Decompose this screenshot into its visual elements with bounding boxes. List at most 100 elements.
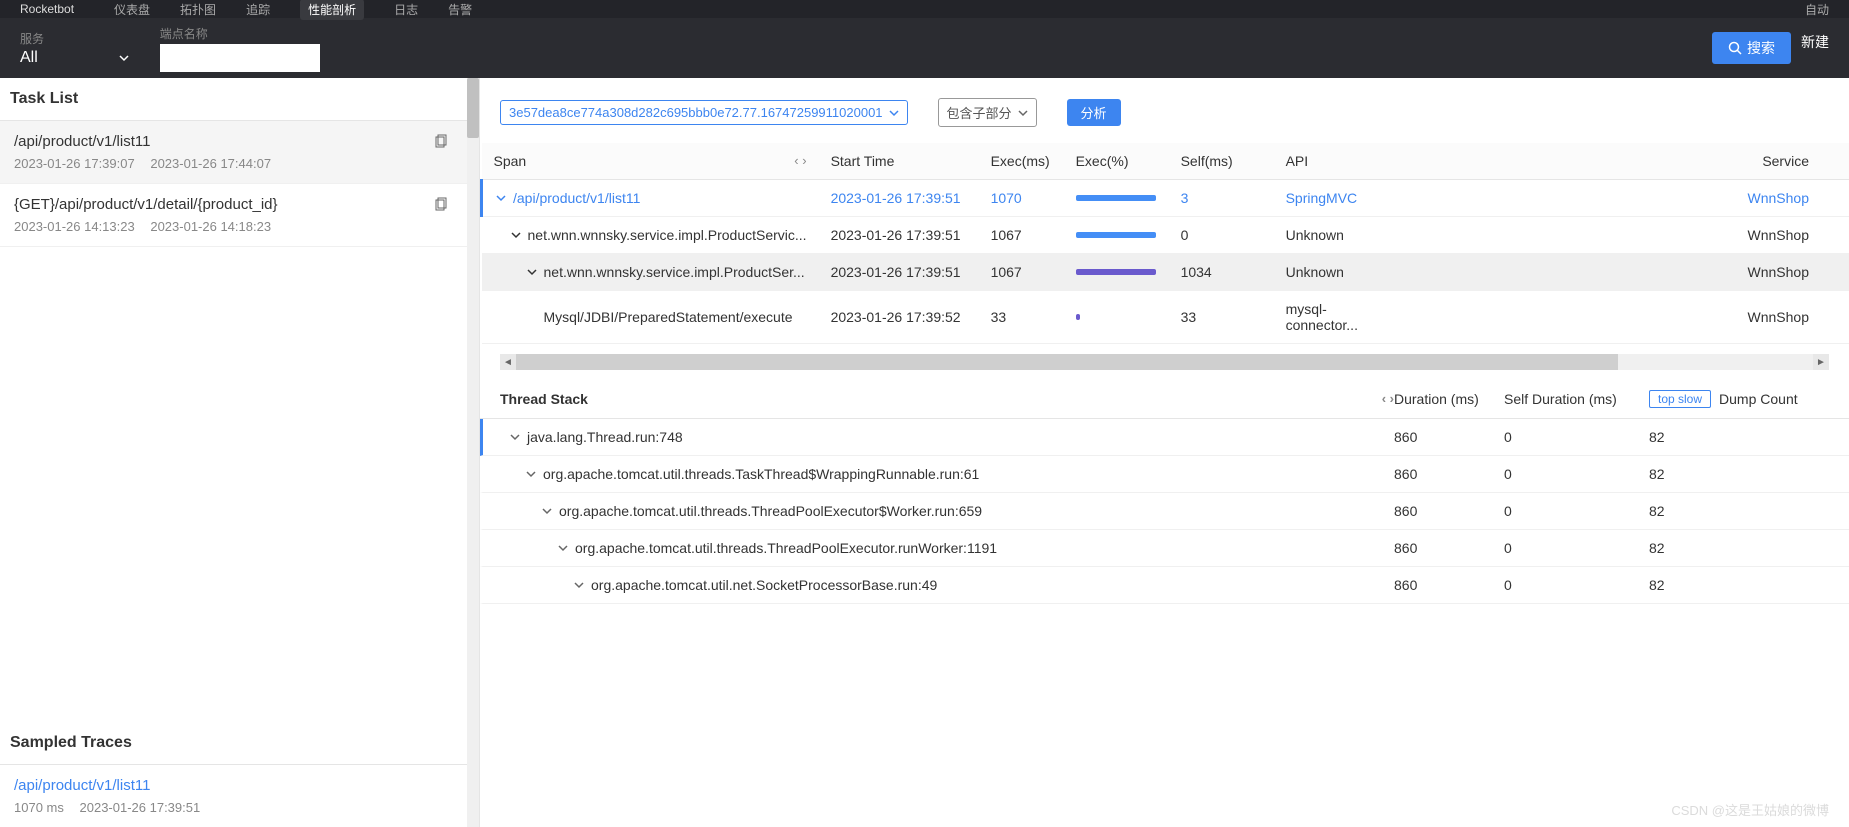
chevron-down-icon[interactable]	[510, 229, 522, 241]
stack-duration: 860	[1394, 577, 1504, 593]
col-api: API	[1274, 143, 1404, 180]
task-title: {GET}/api/product/v1/detail/{product_id}	[14, 196, 465, 213]
stack-name: org.apache.tomcat.util.net.SocketProcess…	[503, 577, 1394, 593]
stack-row[interactable]: org.apache.tomcat.util.net.SocketProcess…	[480, 567, 1849, 604]
auto-label: 自动	[1805, 1, 1829, 18]
search-button[interactable]: 搜索	[1712, 32, 1791, 64]
scroll-thumb[interactable]	[516, 354, 1618, 370]
endpoint-input[interactable]	[160, 44, 320, 72]
nav-trace[interactable]: 追踪	[246, 1, 270, 18]
chevron-down-icon[interactable]	[526, 266, 538, 278]
resize-icon[interactable]: ‹ ›	[794, 153, 806, 168]
task-list-title: Task List	[0, 78, 479, 121]
span-self-ms: 1034	[1169, 254, 1274, 291]
stack-self: 0	[1504, 577, 1649, 593]
stack-duration: 860	[1394, 503, 1504, 519]
span-start: 2023-01-26 17:39:51	[819, 254, 979, 291]
span-row[interactable]: net.wnn.wnnsky.service.impl.ProductSer..…	[482, 254, 1849, 291]
trace-id: 3e57dea8ce774a308d282c695bbb0e72.77.1674…	[509, 105, 883, 120]
chevron-down-icon[interactable]	[495, 192, 507, 204]
service-filter[interactable]: 服务 All	[20, 30, 130, 67]
scroll-thumb[interactable]	[467, 78, 479, 138]
stack-row[interactable]: org.apache.tomcat.util.threads.TaskThrea…	[480, 456, 1849, 493]
col-duration: Duration (ms)	[1394, 391, 1504, 407]
nav-topology[interactable]: 拓扑图	[180, 1, 216, 18]
span-row[interactable]: net.wnn.wnnsky.service.impl.ProductServi…	[482, 217, 1849, 254]
nav-dashboard[interactable]: 仪表盘	[114, 1, 150, 18]
create-button[interactable]: 新建	[1801, 32, 1829, 64]
nav-profile[interactable]: 性能剖析	[300, 0, 364, 20]
stack-dump: 82	[1649, 429, 1829, 445]
resize-icon[interactable]: ‹ ›	[1382, 391, 1394, 406]
include-mode-select[interactable]: 包含子部分	[938, 98, 1037, 127]
stack-duration: 860	[1394, 466, 1504, 482]
stack-name: java.lang.Thread.run:748	[503, 429, 1394, 445]
trace-id-select[interactable]: 3e57dea8ce774a308d282c695bbb0e72.77.1674…	[500, 100, 908, 125]
h-scrollbar[interactable]: ◄ ►	[500, 354, 1829, 370]
scroll-left-icon[interactable]: ◄	[500, 354, 516, 370]
copy-icon[interactable]	[433, 133, 449, 150]
copy-icon[interactable]	[433, 196, 449, 213]
scroll-track[interactable]	[516, 354, 1813, 370]
stack-name: org.apache.tomcat.util.threads.TaskThrea…	[503, 466, 1394, 482]
span-exec-bar	[1064, 254, 1169, 291]
span-self-ms: 33	[1169, 291, 1274, 344]
col-start: Start Time	[819, 143, 979, 180]
span-name: /api/product/v1/list11	[495, 190, 807, 206]
col-dump-count: top slow Dump Count	[1649, 390, 1829, 408]
stack-header: Thread Stack‹ › Duration (ms) Self Durat…	[480, 380, 1849, 419]
stack-dump: 82	[1649, 577, 1829, 593]
top-slow-tag[interactable]: top slow	[1649, 390, 1711, 408]
nav-alarm[interactable]: 告警	[448, 1, 472, 18]
col-execms: Exec(ms)	[979, 143, 1064, 180]
chevron-down-icon[interactable]	[573, 579, 585, 591]
content: 3e57dea8ce774a308d282c695bbb0e72.77.1674…	[480, 78, 1849, 827]
trace-item[interactable]: /api/product/v1/list11 1070 ms 2023-01-2…	[0, 765, 479, 827]
stack-dump: 82	[1649, 503, 1829, 519]
trace-meta: 1070 ms 2023-01-26 17:39:51	[14, 800, 465, 815]
sidebar: Task List /api/product/v1/list11 2023-01…	[0, 78, 480, 827]
span-row[interactable]: /api/product/v1/list11 2023-01-26 17:39:…	[482, 180, 1849, 217]
span-self-ms: 3	[1169, 180, 1274, 217]
span-name: net.wnn.wnnsky.service.impl.ProductSer..…	[494, 264, 807, 280]
analyze-button[interactable]: 分析	[1067, 99, 1121, 126]
service-select[interactable]: All	[20, 49, 130, 67]
col-thread-stack: Thread Stack‹ ›	[500, 391, 1394, 407]
span-api: mysql-connector...	[1274, 291, 1404, 344]
include-mode: 包含子部分	[947, 103, 1012, 122]
span-table: Span‹ › Start Time Exec(ms) Exec(%) Self…	[480, 143, 1849, 344]
search-icon	[1728, 41, 1742, 55]
nav-log[interactable]: 日志	[394, 1, 418, 18]
sidebar-scrollbar[interactable]	[467, 78, 479, 827]
chevron-down-icon[interactable]	[509, 431, 521, 443]
span-self-ms: 0	[1169, 217, 1274, 254]
span-start: 2023-01-26 17:39:52	[819, 291, 979, 344]
col-selfms: Self(ms)	[1169, 143, 1274, 180]
endpoint-filter: 端点名称	[160, 25, 320, 72]
scroll-right-icon[interactable]: ►	[1813, 354, 1829, 370]
chevron-down-icon	[889, 108, 899, 118]
span-service: WnnShop	[1404, 291, 1849, 344]
stack-row[interactable]: org.apache.tomcat.util.threads.ThreadPoo…	[480, 530, 1849, 567]
span-exec-ms: 1067	[979, 217, 1064, 254]
trace-title: /api/product/v1/list11	[14, 777, 465, 794]
span-name: Mysql/JDBI/PreparedStatement/execute	[494, 309, 807, 325]
task-title: /api/product/v1/list11	[14, 133, 465, 150]
task-item[interactable]: {GET}/api/product/v1/detail/{product_id}…	[0, 184, 479, 247]
stack-row[interactable]: java.lang.Thread.run:748 860 0 82	[480, 419, 1849, 456]
stack-self: 0	[1504, 466, 1649, 482]
stack-self: 0	[1504, 540, 1649, 556]
stack-dump: 82	[1649, 466, 1829, 482]
chevron-down-icon[interactable]	[525, 468, 537, 480]
service-value: All	[20, 49, 38, 67]
span-exec-bar	[1064, 180, 1169, 217]
top-nav: Rocketbot 仪表盘 拓扑图 追踪 性能剖析 日志 告警 自动	[0, 0, 1849, 18]
chevron-down-icon[interactable]	[557, 542, 569, 554]
chevron-down-icon[interactable]	[541, 505, 553, 517]
endpoint-label: 端点名称	[160, 25, 320, 42]
span-row[interactable]: Mysql/JDBI/PreparedStatement/execute 202…	[482, 291, 1849, 344]
stack-row[interactable]: org.apache.tomcat.util.threads.ThreadPoo…	[480, 493, 1849, 530]
task-item[interactable]: /api/product/v1/list11 2023-01-26 17:39:…	[0, 121, 479, 184]
stack-duration: 860	[1394, 540, 1504, 556]
stack-name: org.apache.tomcat.util.threads.ThreadPoo…	[503, 540, 1394, 556]
